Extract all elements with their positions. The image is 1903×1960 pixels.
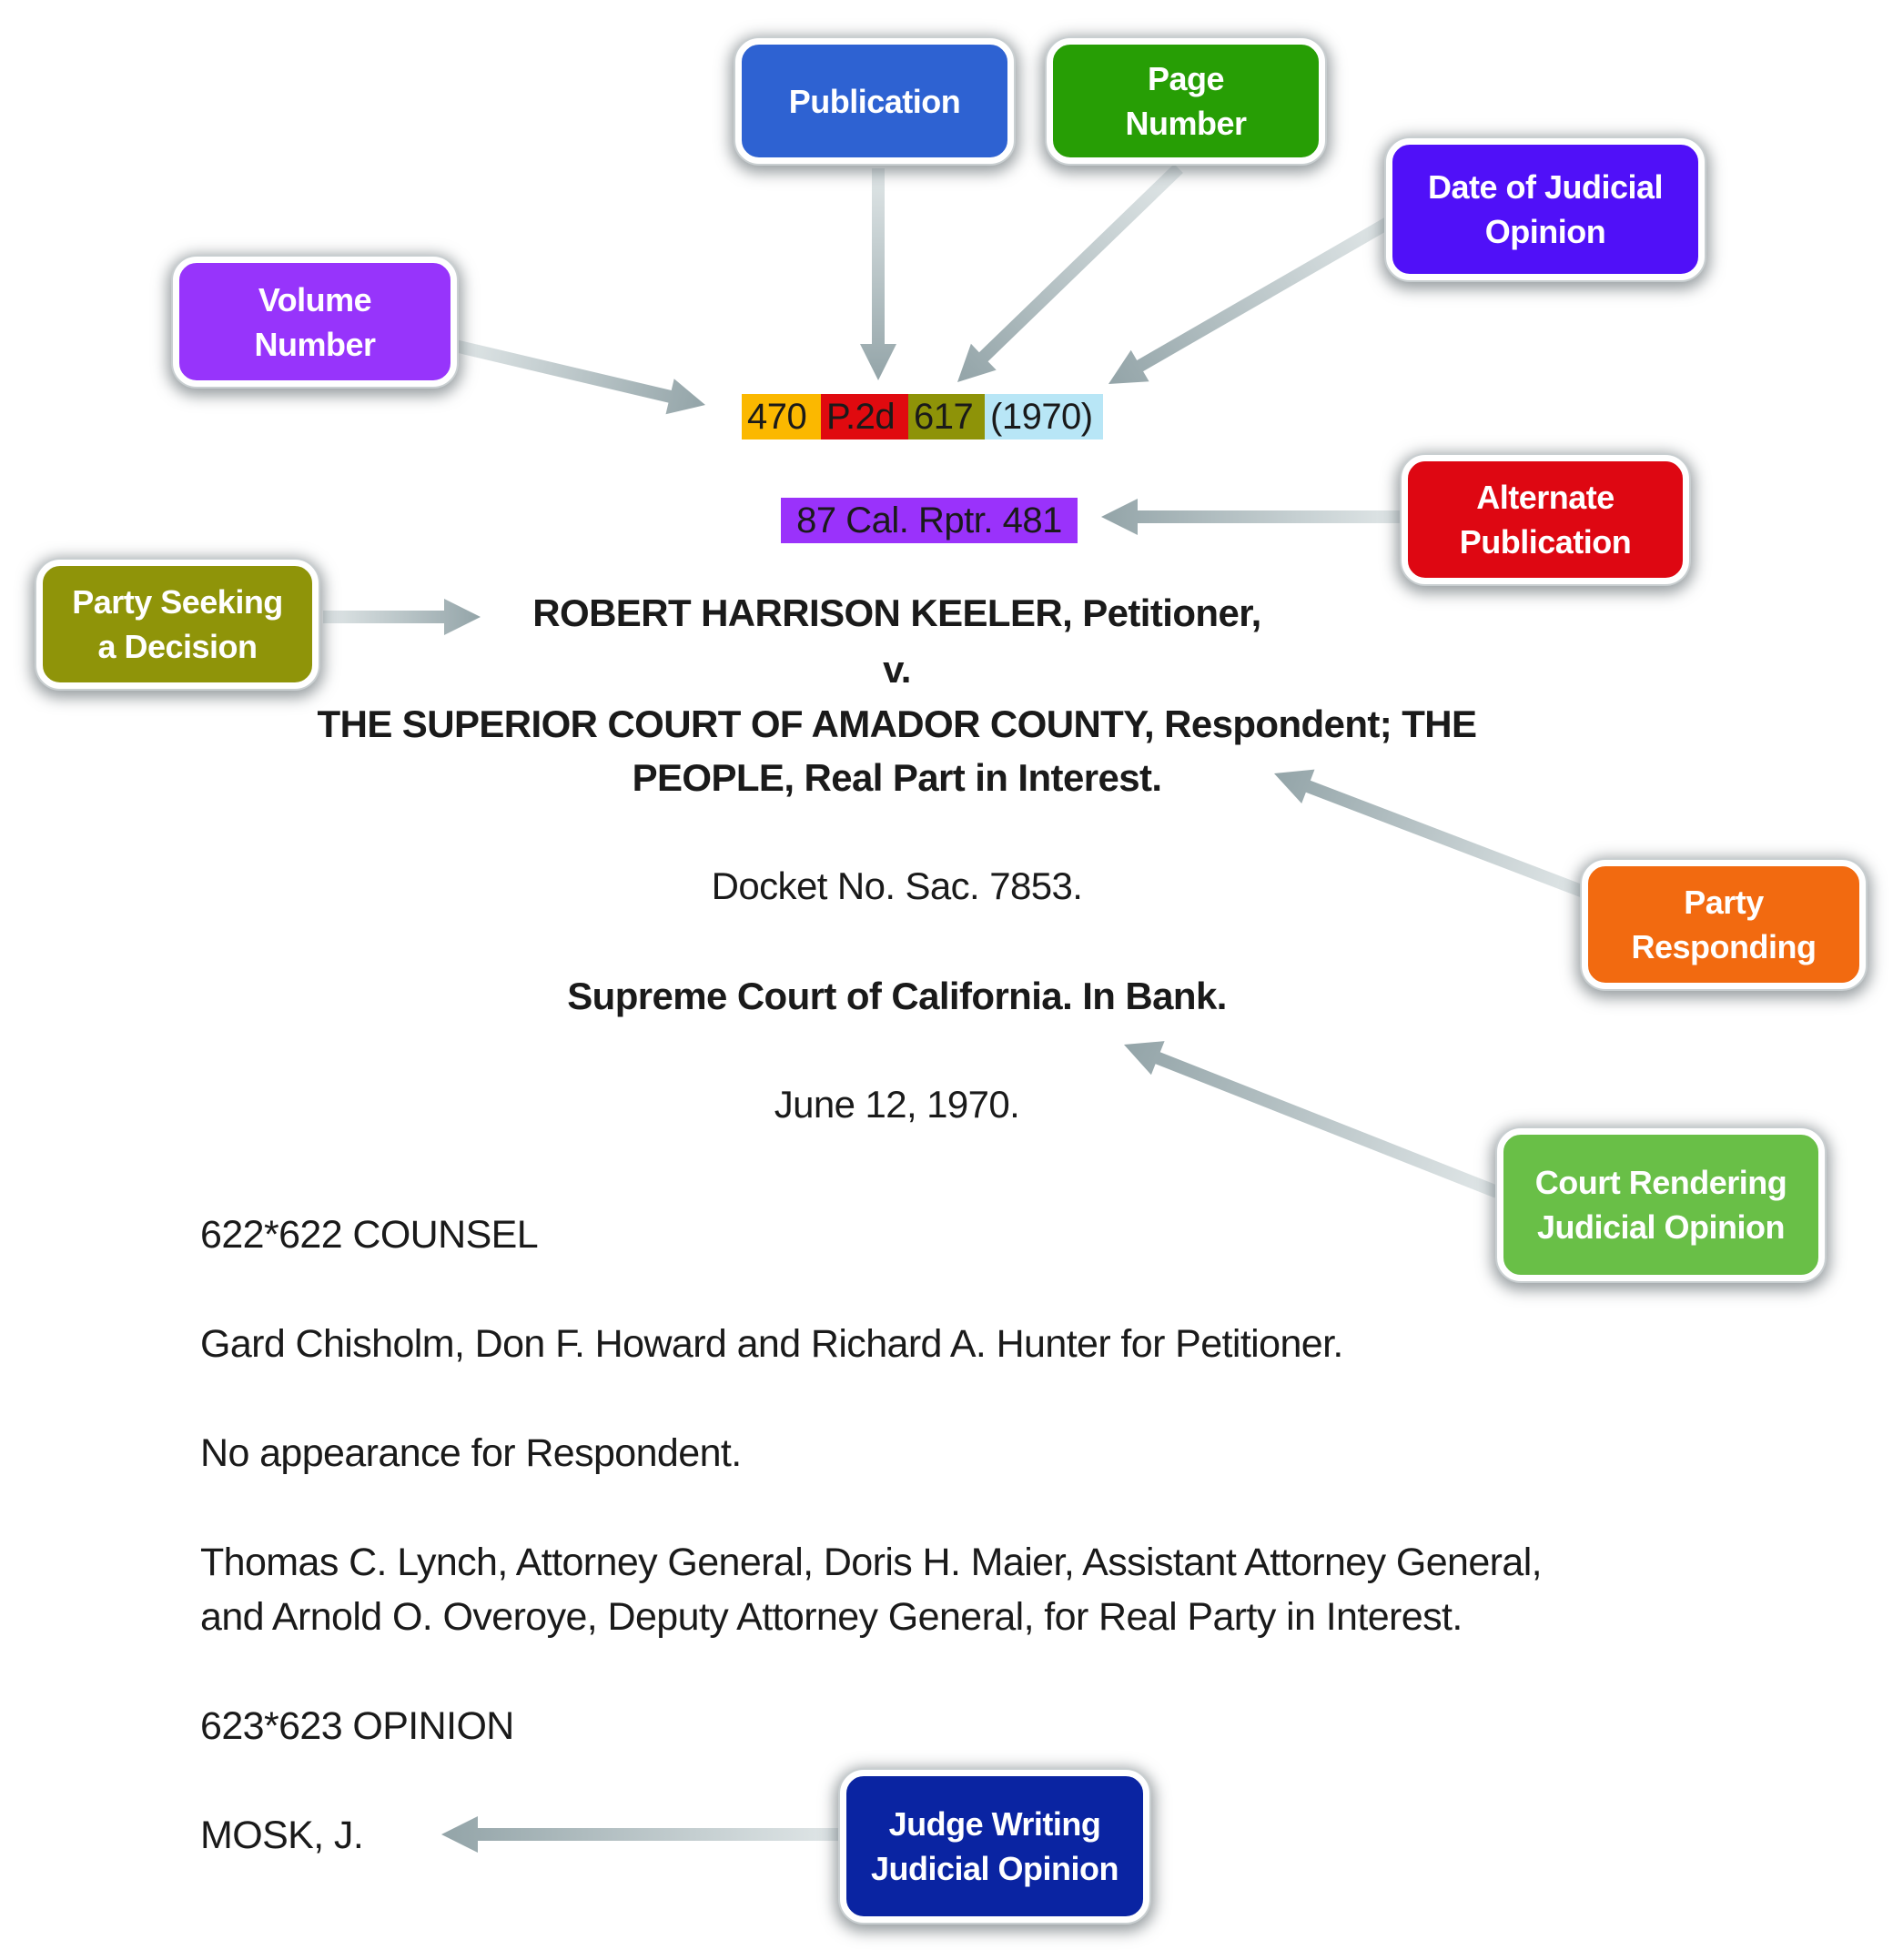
callout-page-number: Page Number — [1047, 38, 1325, 164]
arrow-volume — [453, 339, 705, 415]
counsel-real-party-line1: Thomas C. Lynch, Attorney General, Doris… — [200, 1541, 1543, 1584]
arrow-publication — [860, 168, 896, 380]
counsel-real-party-line2: and Arnold O. Overoye, Deputy Attorney G… — [200, 1595, 1463, 1639]
judge-name: MOSK, J. — [200, 1814, 364, 1857]
callout-judge: Judge Writing Judicial Opinion — [840, 1770, 1149, 1923]
citation-volume: 470 — [742, 394, 821, 439]
citation-date: (1970) — [985, 394, 1103, 439]
counsel-heading: 622*622 COUNSEL — [200, 1213, 539, 1257]
caption-respondent: THE SUPERIOR COURT OF AMADOR COUNTY, Res… — [317, 702, 1478, 745]
court-name: Supreme Court of California. In Bank. — [567, 975, 1227, 1017]
arrow-alternate — [1101, 499, 1402, 535]
callout-party-responding: Party Responding — [1582, 860, 1866, 989]
callout-alternate: Alternate Publication — [1402, 455, 1689, 584]
citation-publication: P.2d — [821, 394, 908, 439]
callout-court: Court Rendering Judicial Opinion — [1497, 1128, 1825, 1281]
caption-real-party: PEOPLE, Real Part in Interest. — [632, 756, 1162, 799]
arrow-judge — [441, 1816, 842, 1853]
alternate-citation-text: 87 Cal. Rptr. 481 — [796, 500, 1062, 541]
counsel-petitioner: Gard Chisholm, Don F. Howard and Richard… — [200, 1322, 1343, 1366]
alternate-citation: 87 Cal. Rptr. 481 — [781, 498, 1078, 543]
callout-publication: Publication — [735, 38, 1014, 164]
citation: 470 P.2d 617 (1970) — [742, 394, 1103, 439]
counsel-respondent: No appearance for Respondent. — [200, 1431, 742, 1475]
arrow-page-number — [957, 164, 1183, 382]
citation-page: 617 — [908, 394, 985, 439]
callout-date: Date of Judicial Opinion — [1386, 138, 1705, 280]
opinion-heading: 623*623 OPINION — [200, 1704, 514, 1748]
callout-volume: Volume Number — [173, 257, 457, 387]
callout-party-seeking: Party Seeking a Decision — [36, 560, 319, 689]
arrow-date — [1108, 217, 1392, 384]
decision-date: June 12, 1970. — [774, 1083, 1020, 1126]
docket-number: Docket No. Sac. 7853. — [711, 864, 1083, 907]
